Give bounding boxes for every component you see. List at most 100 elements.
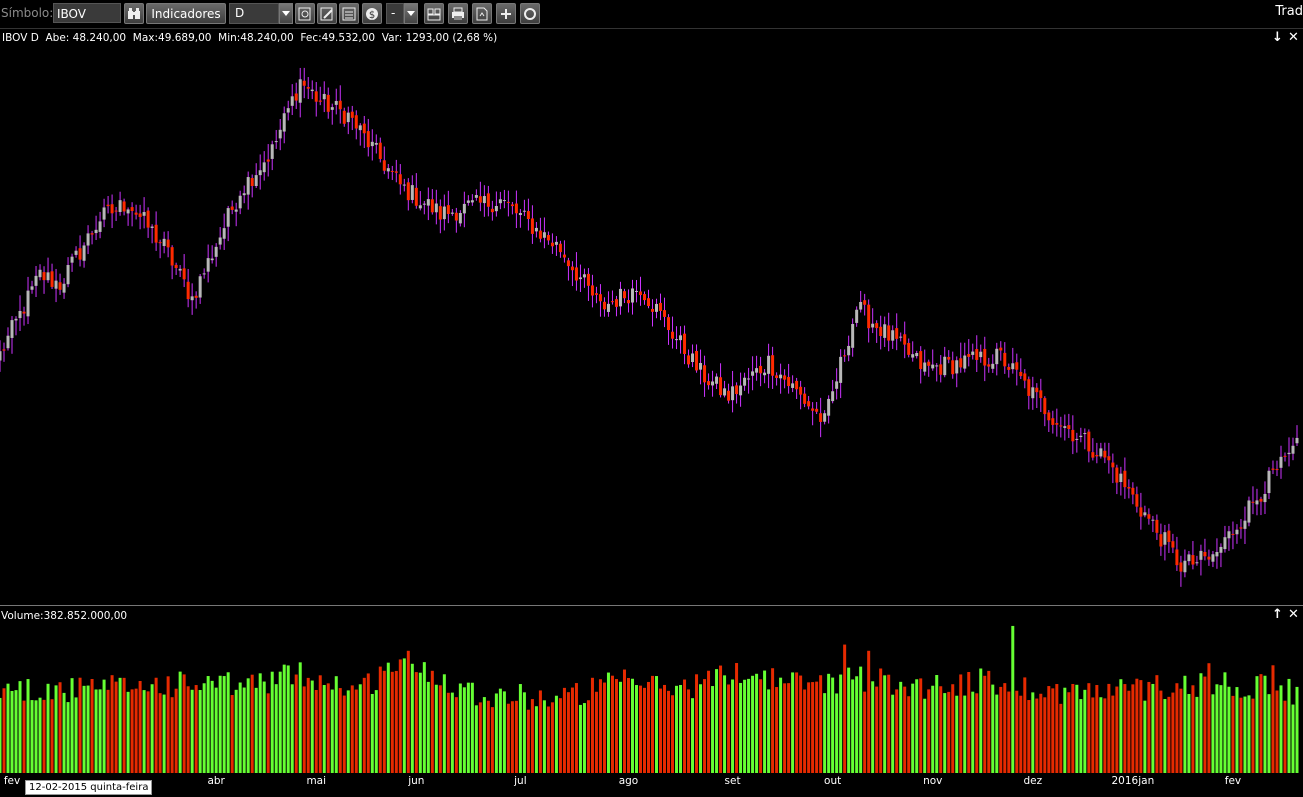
candle-body [1095,455,1099,457]
candle-body [971,351,975,355]
candle-body [859,301,863,310]
volume-bar [466,682,470,773]
candle-body [1223,537,1227,550]
volume-bar [574,683,578,773]
volume-bar [895,689,899,773]
volume-bar [570,687,574,773]
volume-bar [887,674,891,773]
candle-body [494,205,498,212]
candle-body [935,365,939,367]
volume-bar [779,677,783,773]
volume-bar [2,688,6,773]
candle-body [630,288,634,303]
candle-body [46,272,50,281]
candle-body [851,323,855,348]
volume-bar [1183,675,1187,773]
candle-body [390,170,394,172]
volume-bar [634,685,638,773]
candlestick-chart[interactable]: fev abr mai jun jul ago set out nov dez 2016jan fev [0,0,1303,797]
candle-body [510,204,514,207]
candle-body [1203,551,1207,557]
volume-bar [911,683,915,773]
volume-bar [394,670,398,773]
volume-bar [626,678,630,773]
candle-body [791,383,795,388]
volume-bar [1199,673,1203,773]
volume-bar [214,687,218,773]
volume-bar [90,679,94,773]
volume-bar [210,680,214,773]
volume-bar [1139,680,1143,773]
volume-bar [510,701,514,773]
candle-body [883,324,887,338]
volume-bar [250,674,254,773]
candle-body [78,248,82,260]
volume-bar [382,670,386,773]
candle-body [999,347,1003,351]
volume-bar [522,692,526,773]
candle-body [374,142,378,145]
candle-body [338,100,342,110]
volume-bar [86,685,90,773]
volume-bar [646,681,651,773]
volume-bar [1087,683,1091,773]
candle-body [1107,456,1111,461]
volume-bar [638,685,642,773]
volume-bar [614,679,618,773]
volume-bar [943,693,947,773]
volume-bar [971,691,975,773]
volume-bar [278,671,282,773]
candle-body [198,276,202,298]
candle-body [310,89,314,92]
candle-body [1171,541,1175,548]
candle-body [102,207,106,220]
volume-bar [1063,687,1067,773]
candle-body [154,224,158,243]
volume-bar [582,703,586,773]
candle-body [114,210,118,212]
candle-body [398,174,402,185]
candle-body [282,113,286,132]
candle-body [655,303,659,312]
candle-body [1243,520,1247,529]
candle-body [378,142,382,159]
volume-bar [1135,678,1139,773]
candle-body [598,294,602,302]
volume-bar [474,705,478,773]
volume-bar [771,668,775,773]
candle-body [1239,527,1243,529]
volume-bar [683,679,687,773]
volume-bar [158,693,162,773]
candle-body [146,210,150,228]
candle-body [1275,469,1279,471]
candle-body [106,204,110,207]
candle-body [683,333,687,355]
volume-bar [386,662,390,773]
candle-body [38,269,42,278]
candle-body [150,226,154,228]
candle-body [795,380,799,390]
volume-bar [642,687,646,773]
volume-bar [554,695,558,773]
volume-bar [358,684,362,773]
volume-bar [6,683,10,773]
candle-body [514,203,518,214]
candle-body [454,212,458,221]
candle-body [991,363,995,369]
volume-bar [707,670,711,773]
candle-body [783,375,787,380]
candle-body [1111,462,1115,468]
candle-body [799,386,803,395]
volume-bar [598,679,602,773]
candle-body [482,196,486,204]
candle-body [1007,366,1011,370]
volume-bar [502,691,506,773]
volume-bar [735,663,739,773]
volume-bar [671,695,675,773]
candle-body [610,301,614,303]
candle-body [626,300,630,304]
volume-bar [478,702,482,773]
volume-bar [322,685,326,773]
volume-bar [338,688,342,773]
candle-body [166,239,170,248]
